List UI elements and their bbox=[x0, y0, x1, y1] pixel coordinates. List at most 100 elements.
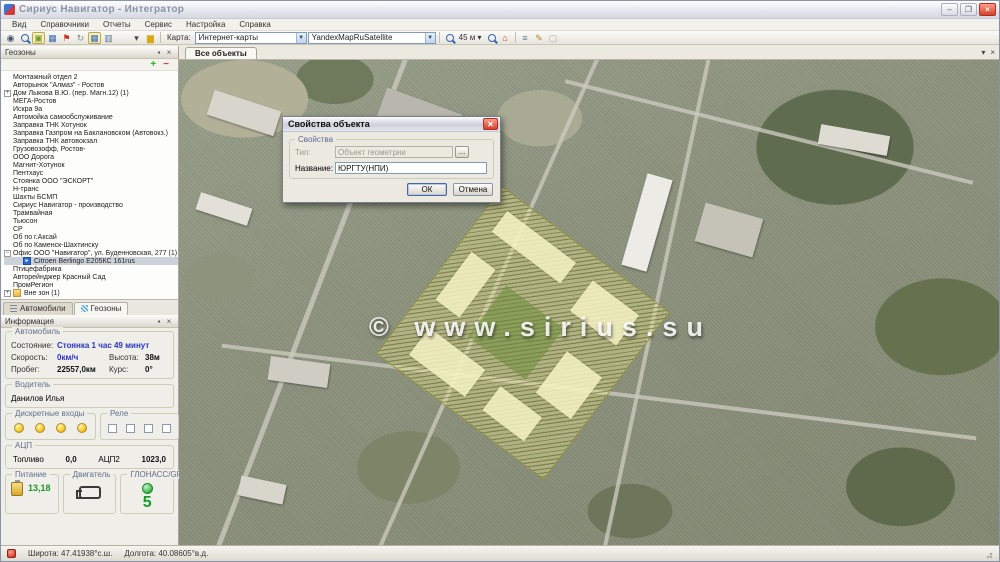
tree-item[interactable]: ▸Citroen Berlingo Е205КС 161rus bbox=[4, 257, 178, 265]
pin-icon[interactable]: ▪ bbox=[154, 48, 164, 57]
refresh-icon[interactable]: ↻ bbox=[74, 32, 87, 44]
pin-icon[interactable]: ▪ bbox=[154, 317, 164, 326]
chevron-down-icon[interactable]: ▼ bbox=[425, 33, 435, 43]
type-browse-button[interactable]: ... bbox=[455, 146, 469, 158]
map-scale-dropdown[interactable]: 45 м ▾ bbox=[457, 33, 484, 42]
tree-item[interactable]: Магнит-Хотунок bbox=[4, 161, 178, 169]
engine-group-label: Двигатель bbox=[70, 470, 114, 479]
tab-vehicles[interactable]: Автомобили bbox=[3, 302, 73, 315]
close-button[interactable]: × bbox=[979, 3, 996, 16]
restore-button[interactable]: ❐ bbox=[960, 3, 977, 16]
menu-bar: ВидСправочникиОтчетыСервисНастройкаСправ… bbox=[1, 19, 999, 31]
expand-icon[interactable]: + bbox=[4, 290, 11, 297]
tree-item[interactable]: ООО Дорога bbox=[4, 153, 178, 161]
tree-item[interactable]: СР bbox=[4, 225, 178, 233]
remove-geozone-button[interactable]: − bbox=[163, 60, 169, 70]
blank-icon[interactable]: ▢ bbox=[547, 32, 560, 44]
engine-icon bbox=[79, 486, 101, 499]
geozone-building bbox=[492, 211, 576, 284]
position-icon[interactable]: ◉ bbox=[4, 32, 17, 44]
flag-icon[interactable]: ⚑ bbox=[60, 32, 73, 44]
tree-item[interactable]: Авторынок "Алмаз" - Ростов bbox=[4, 81, 178, 89]
tree-item[interactable]: + Вне зон (1) bbox=[4, 289, 178, 297]
tree-item[interactable]: Заправка Газпром на Баклановском (Автово… bbox=[4, 129, 178, 137]
list-icon bbox=[10, 305, 17, 312]
tree-item[interactable]: Заправка ТНК автовокзал bbox=[4, 137, 178, 145]
dialog-close-button[interactable]: ✕ bbox=[483, 118, 498, 130]
menu-item-0[interactable]: Вид bbox=[5, 20, 33, 29]
menu-item-5[interactable]: Справка bbox=[232, 20, 277, 29]
tree-item-label: Вне зон (1) bbox=[24, 290, 60, 297]
search-icon[interactable] bbox=[18, 32, 31, 44]
edit-icon[interactable]: ✎ bbox=[533, 32, 546, 44]
vehicle-menu-arrow-icon[interactable]: ▾ bbox=[130, 32, 143, 44]
discrete-input-led-2 bbox=[35, 423, 45, 433]
tree-item[interactable]: Сириус Навигатор - производство bbox=[4, 201, 178, 209]
zoom-in-icon[interactable] bbox=[443, 32, 456, 44]
tree-item[interactable]: Стоянка ООО "ЭСКОРТ" bbox=[4, 177, 178, 185]
tree-item-label: Шахты БСМП bbox=[13, 194, 57, 201]
relay-checkbox-1[interactable] bbox=[108, 424, 117, 433]
chevron-down-icon[interactable]: ▼ bbox=[296, 33, 306, 43]
tree-item-label: Грузовозофф, Ростов- bbox=[13, 146, 85, 153]
list-icon[interactable]: ≡ bbox=[519, 32, 532, 44]
menu-item-4[interactable]: Настройка bbox=[179, 20, 232, 29]
close-icon[interactable]: × bbox=[164, 48, 174, 57]
course-label: Курс: bbox=[109, 365, 145, 374]
tracks-icon[interactable]: ▥ bbox=[102, 32, 115, 44]
vehicle-menu-icon[interactable] bbox=[116, 32, 129, 44]
tree-item[interactable]: Автомойка самообслуживание bbox=[4, 113, 178, 121]
tree-item[interactable]: Птицефабрика bbox=[4, 265, 178, 273]
adc-group-label: АЦП bbox=[12, 441, 35, 450]
tree-item[interactable]: ПромРегион bbox=[4, 281, 178, 289]
home-icon[interactable]: ⌂ bbox=[499, 32, 512, 44]
tree-item[interactable]: −Офис ООО "Навигатор", ул. Буденновская,… bbox=[4, 249, 178, 257]
resize-grip[interactable] bbox=[983, 549, 993, 559]
zoom-out-icon[interactable] bbox=[485, 32, 498, 44]
tree-item-label: Магнит-Хотунок bbox=[13, 162, 65, 169]
tree-item[interactable]: Шахты БСМП bbox=[4, 193, 178, 201]
tree-item[interactable]: Грузовозофф, Ростов- bbox=[4, 145, 178, 153]
tree-item-label: Заправка ТНК автовокзал bbox=[13, 138, 97, 145]
tab-close-icon[interactable]: × bbox=[990, 48, 995, 57]
tree-item-label: МЕГА-Ростов bbox=[13, 98, 56, 105]
tree-item[interactable]: Тьюсон bbox=[4, 217, 178, 225]
relay-checkbox-3[interactable] bbox=[144, 424, 153, 433]
cancel-button[interactable]: Отмена bbox=[453, 183, 493, 196]
ok-button[interactable]: ОК bbox=[407, 183, 447, 196]
chart-icon[interactable]: ▆ bbox=[144, 32, 157, 44]
menu-item-3[interactable]: Сервис bbox=[138, 20, 179, 29]
tree-item[interactable]: Пентхаус bbox=[4, 169, 178, 177]
name-input[interactable] bbox=[335, 162, 487, 174]
tree-item[interactable]: МЕГА-Ростов bbox=[4, 97, 178, 105]
expand-icon[interactable]: + bbox=[4, 90, 11, 97]
tab-list-chevron-icon[interactable]: ▾ bbox=[981, 48, 985, 57]
minimize-button[interactable]: – bbox=[941, 3, 958, 16]
relay-checkbox-2[interactable] bbox=[126, 424, 135, 433]
tree-item[interactable]: Трамвайная bbox=[4, 209, 178, 217]
tab-geozones[interactable]: Геозоны bbox=[74, 302, 129, 315]
tree-item[interactable]: +Дом Лыкова В.Ю. (пер. Магн.12) (1) bbox=[4, 89, 178, 97]
relay-checkbox-4[interactable] bbox=[162, 424, 171, 433]
name-label: Название: bbox=[295, 164, 335, 173]
tree-item[interactable]: Заправка ТНК Хотунок bbox=[4, 121, 178, 129]
find-object-icon[interactable]: ▦ bbox=[46, 32, 59, 44]
menu-item-1[interactable]: Справочники bbox=[33, 20, 95, 29]
collapse-icon[interactable]: − bbox=[4, 250, 11, 257]
map-source-combobox[interactable]: Интернет-карты ▼ bbox=[195, 32, 307, 44]
tree-item[interactable]: Монтажный отдел 2 bbox=[4, 73, 178, 81]
tree-item[interactable]: Н-транс bbox=[4, 185, 178, 193]
geozones-toggle-icon[interactable]: ▣ bbox=[32, 32, 45, 44]
add-geozone-button[interactable]: + bbox=[150, 60, 156, 70]
tree-item[interactable]: Об по Каменск-Шахтинску bbox=[4, 241, 178, 249]
close-icon[interactable]: × bbox=[164, 317, 174, 326]
map-layer-combobox[interactable]: YandexMapRuSatellite ▼ bbox=[308, 32, 436, 44]
map-tab-all-objects[interactable]: Все объекты bbox=[185, 47, 257, 59]
tree-item[interactable]: Об по г.Аксай bbox=[4, 233, 178, 241]
tree-item[interactable]: Искра 9а bbox=[4, 105, 178, 113]
dialog-title-bar[interactable]: Свойства объекта ✕ bbox=[283, 117, 500, 132]
tree-item[interactable]: Авторейнджер Красный Сад bbox=[4, 273, 178, 281]
menu-item-2[interactable]: Отчеты bbox=[96, 20, 138, 29]
map-mode-icon[interactable]: ▦ bbox=[88, 32, 101, 44]
toolbar: ◉▣▦⚑↻▦▥▾▆ Карта: Интернет-карты ▼ Yandex… bbox=[1, 31, 999, 45]
